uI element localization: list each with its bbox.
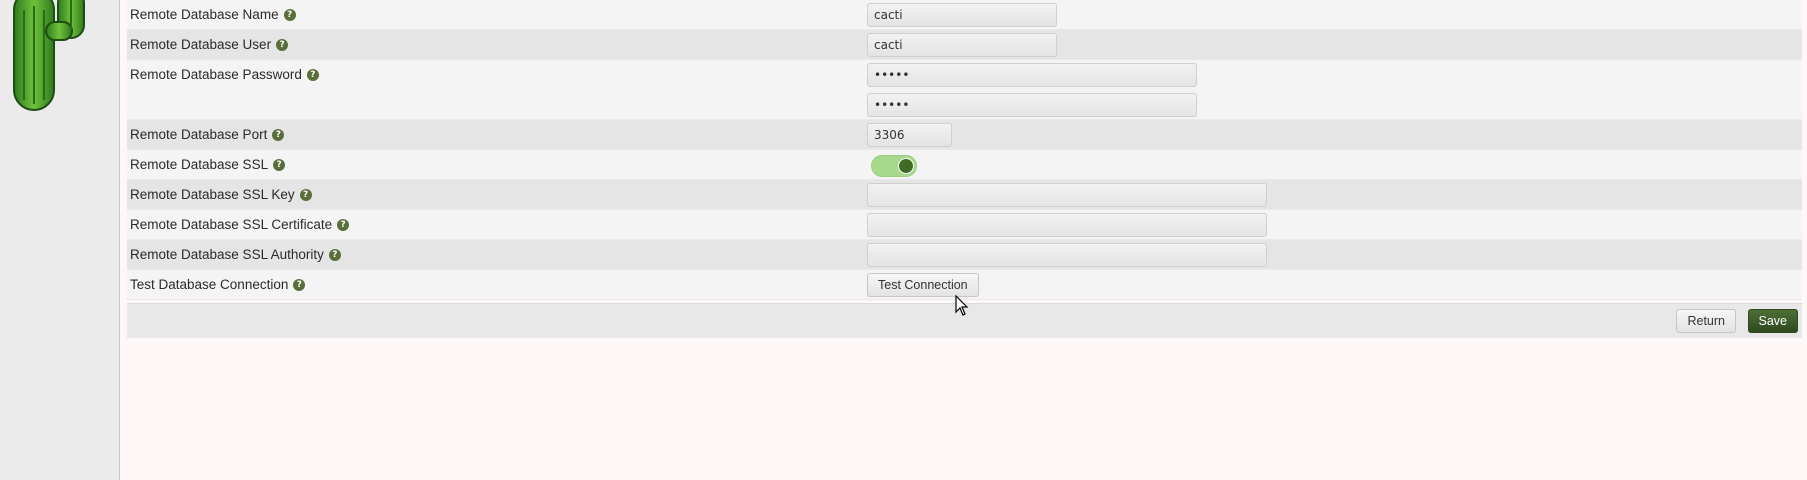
remote-database-ssl-certificate-input[interactable] — [867, 213, 1267, 237]
remote-database-ssl-label: Remote Database SSL ? — [130, 157, 286, 172]
row-remote-database-ssl-authority: Remote Database SSL Authority ? — [127, 240, 1802, 270]
left-rail — [0, 0, 120, 480]
row-remote-database-user: Remote Database User ? — [127, 30, 1802, 60]
remote-database-ssl-certificate-label: Remote Database SSL Certificate ? — [130, 217, 350, 232]
remote-database-name-label: Remote Database Name ? — [130, 7, 296, 22]
question-circle-icon[interactable]: ? — [283, 8, 296, 21]
remote-database-ssl-authority-label: Remote Database SSL Authority ? — [130, 247, 341, 262]
cactus-logo-icon — [13, 0, 85, 111]
remote-database-password-label: Remote Database Password ? — [130, 67, 319, 82]
question-circle-icon[interactable]: ? — [299, 188, 312, 201]
remote-database-password-input[interactable] — [867, 63, 1197, 87]
mouse-pointer-icon — [955, 295, 969, 316]
row-remote-database-port: Remote Database Port ? — [127, 120, 1802, 150]
test-database-connection-label: Test Database Connection ? — [130, 277, 306, 292]
question-circle-icon[interactable]: ? — [272, 128, 285, 141]
question-circle-icon[interactable]: ? — [293, 278, 306, 291]
question-circle-icon[interactable]: ? — [273, 158, 286, 171]
remote-database-user-input[interactable] — [867, 33, 1057, 57]
row-remote-database-password: Remote Database Password ? — [127, 60, 1802, 120]
remote-database-form: Remote Database Name ? Remote Database U… — [127, 0, 1802, 338]
remote-database-ssl-toggle[interactable] — [871, 155, 917, 177]
remote-database-ssl-key-label: Remote Database SSL Key ? — [130, 187, 312, 202]
remote-database-port-label: Remote Database Port ? — [130, 127, 285, 142]
save-button[interactable]: Save — [1747, 309, 1798, 333]
remote-database-user-label: Remote Database User ? — [130, 37, 289, 52]
remote-database-password-confirm-input[interactable] — [867, 93, 1197, 117]
test-connection-button[interactable]: Test Connection — [867, 273, 979, 297]
row-remote-database-ssl-key: Remote Database SSL Key ? — [127, 180, 1802, 210]
remote-database-name-input[interactable] — [867, 3, 1057, 27]
row-remote-database-name: Remote Database Name ? — [127, 0, 1802, 30]
toggle-knob-icon — [898, 158, 914, 174]
return-button[interactable]: Return — [1676, 309, 1736, 333]
remote-database-port-input[interactable] — [867, 123, 952, 147]
row-remote-database-ssl-certificate: Remote Database SSL Certificate ? — [127, 210, 1802, 240]
remote-database-ssl-authority-input[interactable] — [867, 243, 1267, 267]
question-circle-icon[interactable]: ? — [306, 68, 319, 81]
question-circle-icon[interactable]: ? — [337, 218, 350, 231]
question-circle-icon[interactable]: ? — [276, 38, 289, 51]
row-remote-database-ssl: Remote Database SSL ? — [127, 150, 1802, 180]
question-circle-icon[interactable]: ? — [328, 248, 341, 261]
page: Remote Database Name ? Remote Database U… — [0, 0, 1807, 480]
remote-database-ssl-key-input[interactable] — [867, 183, 1267, 207]
